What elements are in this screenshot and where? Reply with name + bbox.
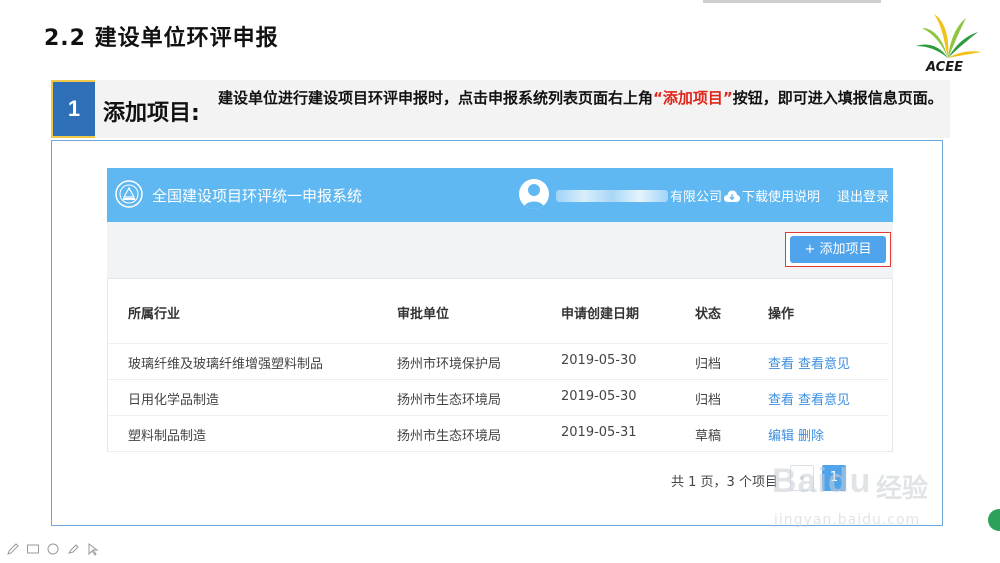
step-number-box: 1 xyxy=(51,80,95,138)
baidu-watermark: Baidu 经验 jingyan.baidu.com xyxy=(772,454,962,544)
step-number: 1 xyxy=(67,96,81,121)
row-2-view-opinion-link[interactable]: 查看意见 xyxy=(798,389,850,408)
pen-icon[interactable] xyxy=(6,541,20,555)
row-1-agency: 扬州市环境保护局 xyxy=(397,357,502,372)
header-date: 申请创建日期 xyxy=(561,307,640,322)
row-3-status: 草稿 xyxy=(695,429,722,444)
slide-title: 2.2 建设单位环评申报 xyxy=(44,26,279,51)
logo-text: ACEE xyxy=(926,60,963,75)
logout-link[interactable]: 退出登录 xyxy=(837,186,889,205)
row-divider xyxy=(108,379,888,380)
row-3-date: 2019-05-31 xyxy=(561,425,637,440)
row-2-status: 归档 xyxy=(695,393,722,408)
row-3-edit-link[interactable]: 编辑 xyxy=(768,425,794,444)
top-divider xyxy=(703,0,881,3)
add-project-button[interactable]: + 添加项目 xyxy=(790,236,886,263)
step-label: 添加项目: xyxy=(103,101,200,126)
step-desc-highlight: “添加项目” xyxy=(653,89,733,107)
download-label: 下载使用说明 xyxy=(742,190,821,205)
step-description: 建设单位进行建设项目环评申报时，点击申报系统列表页面右上角“添加项目”按钮，即可… xyxy=(218,87,958,110)
row-divider xyxy=(108,415,888,416)
step-desc-after: 按钮，即可进入填报信息页面。 xyxy=(732,89,943,107)
step-desc-before: 建设单位进行建设项目环评申报时，点击申报系统列表页面右上角 xyxy=(218,89,654,107)
slides-icon[interactable] xyxy=(26,541,40,555)
header-status: 状态 xyxy=(695,307,722,322)
acee-logo: ACEE xyxy=(912,10,984,78)
row-1-view-opinion-link[interactable]: 查看意见 xyxy=(798,353,850,372)
header-agency: 审批单位 xyxy=(397,307,450,322)
row-1-status: 归档 xyxy=(695,357,722,372)
row-2-date: 2019-05-30 xyxy=(561,389,637,404)
pagination-summary: 共 1 页，3 个项目 xyxy=(671,475,778,490)
watermark-brand: Baidu xyxy=(772,462,872,500)
row-1-date: 2019-05-30 xyxy=(561,353,637,368)
row-3-delete-link[interactable]: 删除 xyxy=(798,425,824,444)
company-name: 有限公司 xyxy=(556,186,722,205)
row-divider xyxy=(108,343,888,344)
header-industry: 所属行业 xyxy=(128,307,181,322)
row-3-industry: 塑料制品制造 xyxy=(128,429,207,444)
zoom-icon[interactable] xyxy=(46,541,60,555)
watermark-cn: 经验 xyxy=(876,474,929,504)
row-divider xyxy=(108,451,888,452)
toolbar-bar xyxy=(107,222,893,278)
redacted-blur xyxy=(556,190,668,202)
company-suffix: 有限公司 xyxy=(670,190,723,205)
pointer-icon[interactable] xyxy=(86,541,100,556)
download-manual-link[interactable]: 下载使用说明 xyxy=(724,186,820,205)
highlighter-icon[interactable] xyxy=(66,541,80,555)
user-avatar-icon[interactable] xyxy=(519,179,549,209)
cloud-download-icon xyxy=(724,190,740,202)
national-emblem-icon xyxy=(114,179,144,209)
app-title: 全国建设项目环评统一申报系统 xyxy=(152,187,363,205)
row-3-agency: 扬州市生态环境局 xyxy=(397,429,502,444)
row-1-view-link[interactable]: 查看 xyxy=(768,353,794,372)
watermark-url: jingyan.baidu.com xyxy=(774,512,921,528)
header-actions: 操作 xyxy=(768,307,795,322)
presentation-toolbar xyxy=(6,541,106,559)
edge-badge-icon xyxy=(988,509,1000,531)
row-1-industry: 玻璃纤维及玻璃纤维增强塑料制品 xyxy=(128,357,324,372)
leaf-logo-icon xyxy=(916,14,982,58)
row-2-view-link[interactable]: 查看 xyxy=(768,389,794,408)
row-2-agency: 扬州市生态环境局 xyxy=(397,393,502,408)
row-2-industry: 日用化学品制造 xyxy=(128,393,220,408)
